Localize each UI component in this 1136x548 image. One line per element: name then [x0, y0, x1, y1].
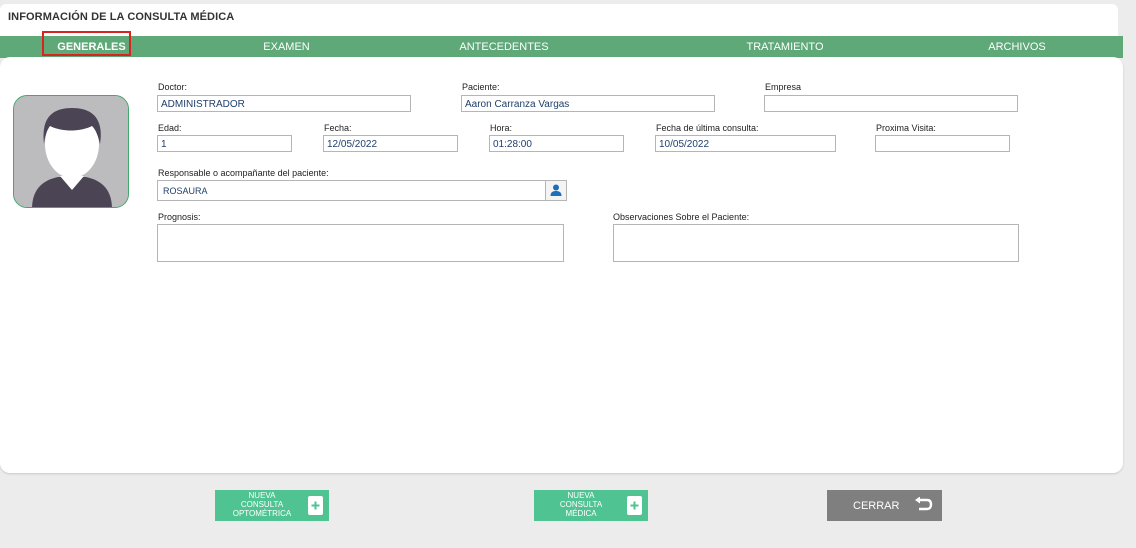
- prognosis-label: Prognosis:: [158, 212, 201, 222]
- select-person-button[interactable]: [545, 180, 567, 201]
- nueva-consulta-optometrica-button[interactable]: NUEVA CONSULTA OPTOMÉTRICA: [215, 490, 329, 521]
- nueva-consulta-medica-button[interactable]: NUEVA CONSULTA MÉDICA: [534, 490, 648, 521]
- responsable-label: Responsable o acompañante del paciente:: [158, 168, 329, 178]
- button-line: MÉDICA: [565, 509, 597, 518]
- proxima-visita-field[interactable]: [875, 135, 1010, 152]
- page-title: INFORMACIÓN DE LA CONSULTA MÉDICA: [8, 11, 235, 23]
- paciente-field[interactable]: Aaron Carranza Vargas: [461, 95, 715, 112]
- fecha-label: Fecha:: [324, 123, 352, 133]
- button-line: OPTOMÉTRICA: [232, 509, 292, 518]
- active-tab-highlight: [42, 31, 131, 56]
- ultima-consulta-label: Fecha de última consulta:: [656, 123, 759, 133]
- person-icon: [550, 184, 562, 196]
- paciente-label: Paciente:: [462, 82, 500, 92]
- header-bar: INFORMACIÓN DE LA CONSULTA MÉDICA: [0, 4, 1118, 36]
- tab-examen[interactable]: EXAMEN: [239, 36, 334, 58]
- observaciones-label: Observaciones Sobre el Paciente:: [613, 212, 750, 222]
- cerrar-label: CERRAR: [853, 500, 900, 512]
- return-arrow-icon: [915, 497, 933, 511]
- doctor-field[interactable]: ADMINISTRADOR: [157, 95, 411, 112]
- plus-icon: [627, 496, 642, 515]
- general-panel: [0, 57, 1123, 473]
- tab-antecedentes[interactable]: ANTECEDENTES: [444, 36, 564, 58]
- prognosis-textarea[interactable]: [157, 224, 564, 262]
- edad-field[interactable]: 1: [157, 135, 292, 152]
- ultima-consulta-field[interactable]: 10/05/2022: [655, 135, 836, 152]
- plus-icon: [308, 496, 323, 515]
- tab-bar: GENERALES EXAMEN ANTECEDENTES TRATAMIENT…: [0, 36, 1123, 58]
- observaciones-textarea[interactable]: [613, 224, 1019, 262]
- proxima-visita-label: Proxima Visita:: [876, 123, 936, 133]
- hora-label: Hora:: [490, 123, 513, 133]
- person-silhouette-icon: [14, 96, 128, 207]
- hora-field[interactable]: 01:28:00: [489, 135, 624, 152]
- cerrar-button[interactable]: CERRAR: [827, 490, 942, 521]
- patient-avatar: [13, 95, 129, 208]
- empresa-label: Empresa: [765, 82, 802, 92]
- tab-tratamiento[interactable]: TRATAMIENTO: [725, 36, 845, 58]
- tab-archivos[interactable]: ARCHIVOS: [967, 36, 1067, 58]
- fecha-field[interactable]: 12/05/2022: [323, 135, 458, 152]
- empresa-field[interactable]: [764, 95, 1018, 112]
- responsable-field[interactable]: ROSAURA: [157, 180, 546, 201]
- doctor-label: Doctor:: [158, 82, 188, 92]
- edad-label: Edad:: [158, 123, 182, 133]
